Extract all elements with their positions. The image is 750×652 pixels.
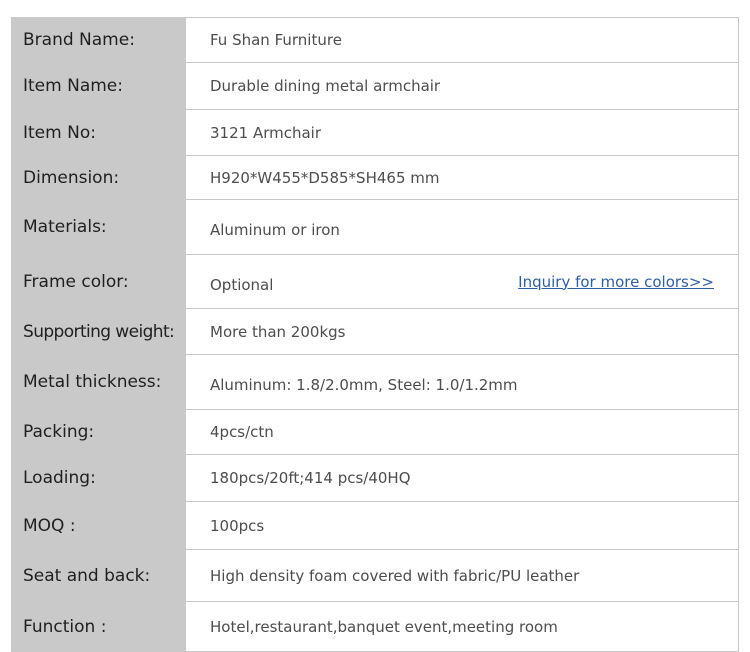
spec-value-cell: Optional Inquiry for more colors>> [185,254,739,309]
spec-row-item-no: Item No: 3121 Armchair [11,109,739,156]
spec-label: MOQ : [11,501,186,550]
spec-value: 4pcs/ctn [185,409,739,455]
spec-value: Hotel,restaurant,banquet event,meeting r… [185,601,739,652]
spec-label: Supporting weight: [11,308,186,355]
spec-label: Seat and back: [11,549,186,602]
spec-value: Aluminum: 1.8/2.0mm, Steel: 1.0/1.2mm [185,354,739,410]
spec-row-frame-color: Frame color: Optional Inquiry for more c… [11,254,739,309]
spec-label: Metal thickness: [11,354,186,410]
spec-row-loading: Loading: 180pcs/20ft;414 pcs/40HQ [11,454,739,502]
spec-label: Loading: [11,454,186,502]
spec-value: 3121 Armchair [185,109,739,156]
spec-label: Item No: [11,109,186,156]
spec-value: H920*W455*D585*SH465 mm [185,155,739,200]
spec-row-metal-thickness: Metal thickness: Aluminum: 1.8/2.0mm, St… [11,354,739,410]
spec-label: Dimension: [11,155,186,200]
spec-row-brand-name: Brand Name: Fu Shan Furniture [11,17,739,63]
spec-label: Brand Name: [11,17,186,63]
spec-label: Materials: [11,199,186,255]
product-spec-table: Brand Name: Fu Shan Furniture Item Name:… [11,17,739,652]
spec-row-item-name: Item Name: Durable dining metal armchair [11,62,739,110]
spec-label: Packing: [11,409,186,455]
spec-row-supporting-weight: Supporting weight: More than 200kgs [11,308,739,355]
spec-value: High density foam covered with fabric/PU… [185,549,739,602]
spec-row-function: Function : Hotel,restaurant,banquet even… [11,601,739,652]
spec-value: Durable dining metal armchair [185,62,739,110]
spec-value: 100pcs [185,501,739,550]
spec-row-dimension: Dimension: H920*W455*D585*SH465 mm [11,155,739,200]
spec-value: Aluminum or iron [185,199,739,255]
spec-row-moq: MOQ : 100pcs [11,501,739,550]
spec-value: More than 200kgs [185,308,739,355]
spec-label: Frame color: [11,254,186,309]
spec-value: Optional [210,275,274,294]
spec-row-materials: Materials: Aluminum or iron [11,199,739,255]
inquiry-colors-link[interactable]: Inquiry for more colors>> [518,273,714,291]
spec-value: 180pcs/20ft;414 pcs/40HQ [185,454,739,502]
spec-row-seat-and-back: Seat and back: High density foam covered… [11,549,739,602]
spec-label: Function : [11,601,186,652]
spec-label: Item Name: [11,62,186,110]
spec-row-packing: Packing: 4pcs/ctn [11,409,739,455]
spec-value: Fu Shan Furniture [185,17,739,63]
